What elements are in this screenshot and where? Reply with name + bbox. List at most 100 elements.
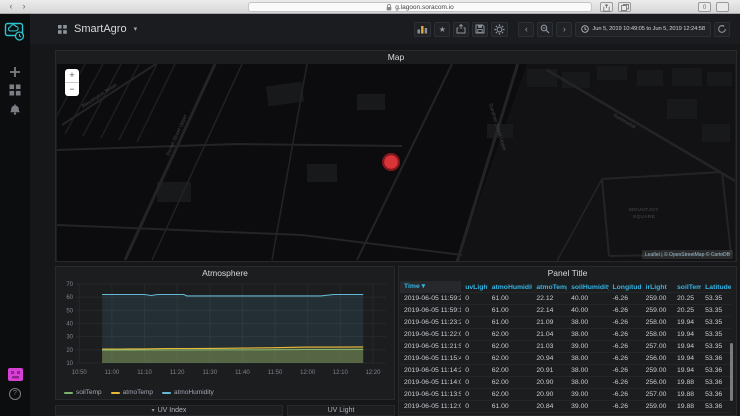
browser-forward-button[interactable]: › [19,0,29,13]
column-header[interactable]: irLight [642,284,673,291]
table-cell: 39.00 [567,343,608,350]
table-row: 2019-06-05 11:14:07062.0020.9038.00-6.26… [400,377,731,389]
atmosphere-chart[interactable]: 1020304050607010:5011:0011:1011:2011:301… [58,281,392,381]
table-cell: -6.26 [609,379,642,386]
table-cell: 19.88 [673,379,701,386]
dashboard-title-group[interactable]: SmartAgro ▾ [58,23,137,35]
column-header[interactable]: Latitude [701,284,731,291]
help-button[interactable]: ? [9,388,21,400]
dashboard-actions: ★ [414,22,730,37]
table-header-row[interactable]: Time ▾uvLightatmoHumidityatmoTempsoilHum… [400,281,731,293]
column-header[interactable]: soilTemp [673,284,701,291]
atmosphere-panel-title[interactable]: Atmosphere [56,267,394,280]
user-avatar[interactable] [8,368,23,381]
map-marker[interactable] [384,155,398,169]
dashboards-icon[interactable] [9,84,21,96]
legend-color-swatch [64,392,73,394]
table-cell: 259.00 [642,403,673,410]
uv-index-row-header[interactable]: ▾UV Index [55,405,283,416]
address-bar[interactable]: g.lagoon.soracom.io [248,2,592,12]
column-header[interactable]: Longitude [609,284,642,291]
add-icon[interactable] [9,66,21,78]
legend-label: atmoHumidity [174,389,214,396]
time-forward-button[interactable]: › [556,22,572,37]
table-panel-title[interactable]: Panel Title [399,267,736,280]
table-scrollbar[interactable] [730,343,733,401]
graph-panel-button[interactable] [414,22,431,37]
alerting-bell-icon[interactable] [9,102,21,115]
table-cell: 0 [461,355,487,362]
table-cell: 40.00 [567,295,608,302]
table-cell: 2019-06-05 11:14:07 [400,379,461,386]
zoom-out-button[interactable] [537,22,553,37]
browser-tabs-button[interactable] [618,2,631,12]
table-cell: 20.25 [673,295,701,302]
browser-back-button[interactable]: ‹ [6,0,16,13]
legend-item-atmoHumidity[interactable]: atmoHumidity [162,389,214,396]
table-cell: 19.94 [673,343,701,350]
table-cell: 0 [461,367,487,374]
street-label: Dorset Street Upper [165,113,189,156]
table-cell: 40.00 [567,307,608,314]
refresh-icon [717,24,727,34]
column-header[interactable]: soilHumidity [567,284,608,291]
uv-light-panel-header[interactable]: UV Light [287,405,395,416]
table-cell: 38.00 [567,319,608,326]
refresh-button[interactable] [714,22,730,37]
table-cell: 2019-06-05 11:15:45 [400,355,461,362]
map-zoom-in-button[interactable]: + [65,69,79,82]
legend-color-swatch [111,392,120,394]
table-cell: 39.00 [567,391,608,398]
table-cell: 62.00 [488,331,533,338]
table-cell: 19.94 [673,319,701,326]
time-back-button[interactable]: ‹ [518,22,534,37]
grafana-sidebar: ? [0,14,30,416]
time-range-picker[interactable]: Jun 5, 2019 10:49:05 to Jun 5, 2019 12:2… [575,22,711,37]
table-cell: 61.00 [488,319,533,326]
table-cell: 61.00 [488,295,533,302]
legend-item-soilTemp[interactable]: soilTemp [64,389,102,396]
star-dashboard-button[interactable]: ★ [434,22,450,37]
table-cell: 0 [461,331,487,338]
table-cell: 22.12 [532,295,567,302]
svg-text:70: 70 [66,282,73,288]
table-cell: 20.25 [673,307,701,314]
column-header[interactable]: uvLight [461,284,487,291]
map-attribution: Leaflet | © OpenStreetMap © CartoDB [642,250,733,259]
column-header[interactable]: atmoHumidity [488,284,533,291]
map-panel-title[interactable]: Map [56,51,736,64]
browser-downloads-button[interactable] [716,2,729,12]
table-cell: 53.35 [701,319,731,326]
share-dashboard-button[interactable] [453,22,469,37]
svg-text:11:40: 11:40 [235,370,250,376]
uv-light-title: UV Light [328,407,355,414]
dashboard-settings-button[interactable] [491,22,508,37]
svg-text:11:00: 11:00 [105,370,120,376]
table-cell: 0 [461,295,487,302]
table-cell: 53.35 [701,295,731,302]
map-zoom-out-button[interactable]: − [65,83,79,96]
attribution-text[interactable]: Leaflet | © OpenStreetMap © CartoDB [645,252,730,258]
table-cell: -6.26 [609,343,642,350]
browser-badge[interactable]: 0 [698,2,711,12]
column-header[interactable]: atmoTemp [532,284,567,291]
table-cell: 258.00 [642,331,673,338]
atmosphere-panel: Atmosphere 1020304050607010:5011:0011:10… [55,266,395,400]
share-arrow-icon [456,24,466,34]
save-dashboard-button[interactable] [472,22,488,37]
lagoon-logo-icon[interactable] [4,20,26,42]
column-header[interactable]: Time ▾ [400,281,461,293]
map-canvas[interactable]: Blessington Street Dorset Street Upper G… [57,64,735,261]
table-cell: 257.00 [642,343,673,350]
svg-text:11:10: 11:10 [137,370,152,376]
table-cell: 38.00 [567,367,608,374]
table-cell: 258.00 [642,319,673,326]
browser-toolbar: ‹ › g.lagoon.soracom.io 0 [0,0,740,14]
browser-share-button[interactable] [600,2,613,12]
table-cell: 53.35 [701,343,731,350]
legend-item-atmoTemp[interactable]: atmoTemp [111,389,153,396]
table-cell: 38.00 [567,379,608,386]
table-cell: 259.00 [642,295,673,302]
table-cell: 2019-06-05 11:59:16 [400,307,461,314]
save-icon [475,24,485,34]
